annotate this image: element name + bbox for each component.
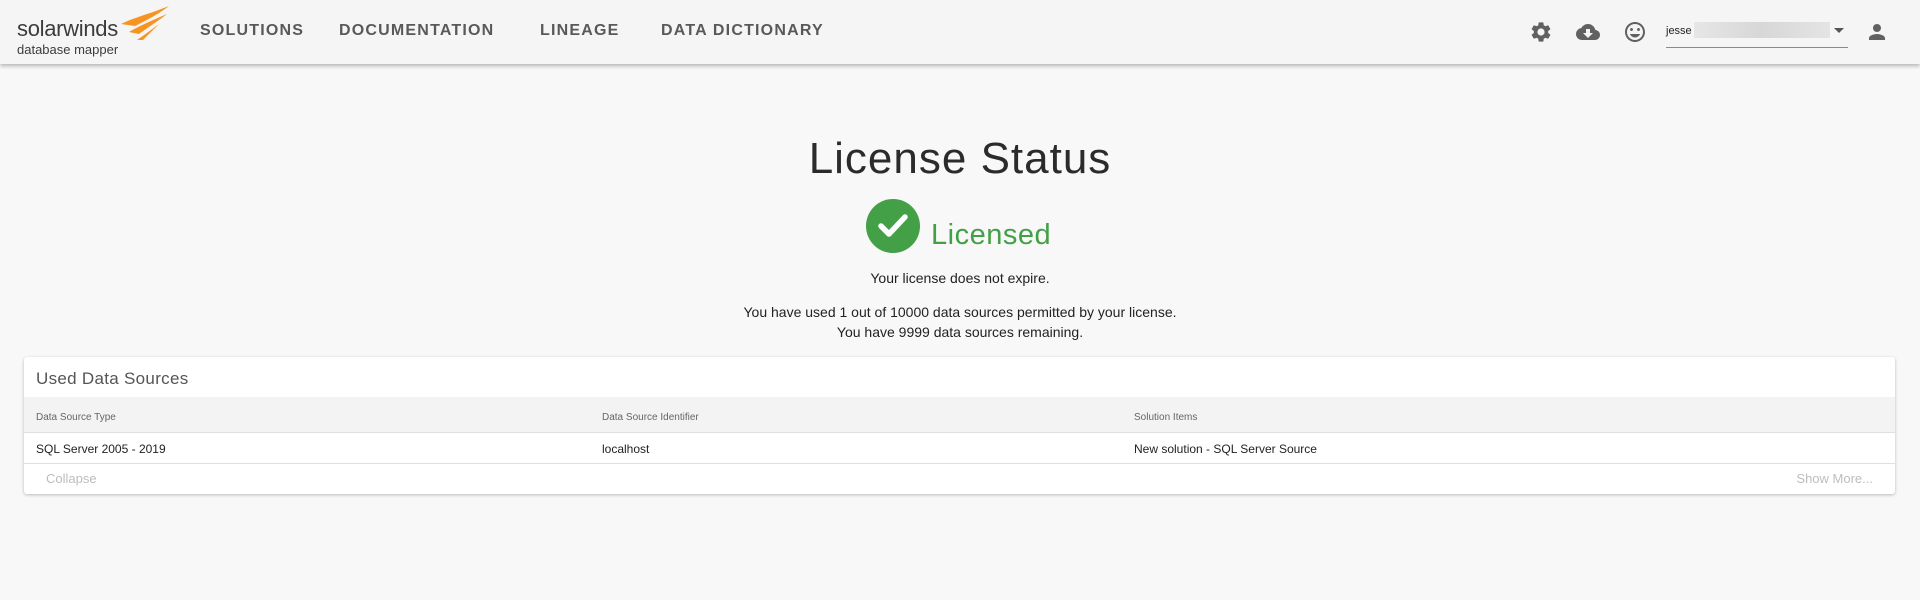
user-select[interactable]: jesse [1666,20,1848,48]
table-header: Data Source Type Data Source Identifier … [24,397,1895,433]
cell-data-source-type: SQL Server 2005 - 2019 [36,442,166,456]
logo-brand-text: solarwinds [17,16,118,41]
nav-data-dictionary[interactable]: DATA DICTIONARY [661,22,824,40]
collapse-button[interactable]: Collapse [46,471,97,486]
cell-solution-items: New solution - SQL Server Source [1134,442,1317,456]
card-title: Used Data Sources [36,369,189,388]
license-remaining-text: You have 9999 data sources remaining. [836,324,1084,340]
license-usage-text: You have used 1 out of 10000 data source… [743,304,1177,320]
column-header-identifier[interactable]: Data Source Identifier [602,412,699,423]
chevron-down-icon [1834,28,1844,33]
column-header-solution-items[interactable]: Solution Items [1134,412,1197,423]
license-status-text: Licensed [931,219,1052,251]
top-app-bar: solarwinds database mapper SOLUTIONS DOC… [0,0,1920,64]
nav-lineage[interactable]: LINEAGE [540,22,620,40]
cell-data-source-identifier: localhost [602,442,650,456]
check-circle-icon [866,199,920,253]
used-data-sources-card: Used Data Sources Data Source Type Data … [24,357,1895,494]
smiley-icon[interactable] [1623,20,1647,44]
column-header-type[interactable]: Data Source Type [36,412,116,423]
page-title: License Status [808,134,1112,183]
solarwinds-logo[interactable]: solarwinds database mapper [17,6,169,58]
redacted-username-blur [1694,22,1830,38]
user-name: jesse [1666,25,1692,37]
nav-solutions[interactable]: SOLUTIONS [200,22,304,40]
account-icon[interactable] [1865,20,1889,44]
nav-documentation[interactable]: DOCUMENTATION [339,22,494,40]
license-expiry-text: Your license does not expire. [870,270,1050,286]
cloud-download-icon[interactable] [1576,20,1600,44]
gear-icon[interactable] [1529,20,1553,44]
logo-product-text: database mapper [17,42,119,57]
show-more-button[interactable]: Show More... [1796,471,1873,486]
logo-swoosh-icon [121,6,169,40]
table-row[interactable]: SQL Server 2005 - 2019 localhost New sol… [24,433,1895,464]
